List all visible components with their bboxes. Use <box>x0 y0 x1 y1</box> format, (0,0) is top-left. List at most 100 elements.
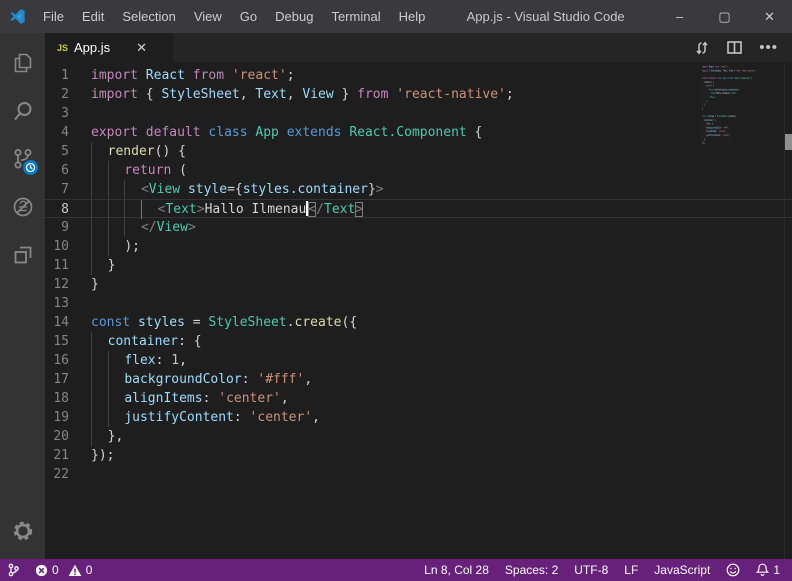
sync-changes-icon[interactable] <box>694 40 710 56</box>
notification-count: 1 <box>773 563 780 577</box>
indent-guide <box>91 237 108 256</box>
indent-guide <box>91 256 108 275</box>
problems-indicator[interactable]: 0 0 <box>27 559 100 581</box>
more-actions-icon[interactable]: ••• <box>759 39 778 56</box>
code-token: , <box>730 134 731 137</box>
code-token: , <box>287 87 303 102</box>
settings-gear-icon[interactable] <box>0 508 45 553</box>
code-token: = <box>185 315 208 330</box>
tab-close-icon[interactable]: ✕ <box>136 40 147 56</box>
tab-appjs[interactable]: JS App.js ✕ <box>45 33 173 62</box>
editor-actions: ••• <box>694 33 792 62</box>
language-mode[interactable]: JavaScript <box>646 559 718 581</box>
git-branch-icon[interactable] <box>0 559 27 581</box>
search-icon[interactable] <box>0 87 45 135</box>
indent-guide <box>91 427 108 446</box>
menu-edit[interactable]: Edit <box>73 0 113 33</box>
code-line: 9 </View> <box>45 218 792 237</box>
line-number: 19 <box>45 408 91 427</box>
code-token: 1 <box>171 353 179 368</box>
error-count: 0 <box>52 563 59 577</box>
code-token: style <box>188 182 227 197</box>
line-number: 5 <box>45 142 91 161</box>
eol-setting[interactable]: LF <box>616 559 646 581</box>
menu-view[interactable]: View <box>185 0 231 33</box>
line-number: 1 <box>45 66 91 85</box>
line-number: 21 <box>45 446 91 465</box>
code-line: 14const styles = StyleSheet.create({ <box>45 313 792 332</box>
extensions-icon[interactable] <box>0 231 45 279</box>
code-token: React.Component <box>349 125 466 140</box>
menu-debug[interactable]: Debug <box>266 0 322 33</box>
minimap[interactable]: import React from 'react';import { Style… <box>702 65 770 485</box>
code-token: { <box>138 87 161 102</box>
code-token: StyleSheet <box>208 315 286 330</box>
code-token: }); <box>91 448 114 463</box>
line-number: 3 <box>45 104 91 123</box>
source-control-icon[interactable] <box>0 135 45 183</box>
maximize-button[interactable]: ▢ <box>702 0 747 33</box>
close-button[interactable]: ✕ <box>747 0 792 33</box>
code-token: ; <box>287 68 295 83</box>
indent-guide <box>108 218 125 237</box>
menu-selection[interactable]: Selection <box>113 0 184 33</box>
line-number: 20 <box>45 427 91 446</box>
feedback-smiley-icon[interactable] <box>718 559 748 581</box>
code-token: alignItems <box>124 391 202 406</box>
overview-ruler[interactable] <box>784 62 792 559</box>
code-token: ; <box>506 87 514 102</box>
code-line: 5 render() { <box>45 142 792 161</box>
code-token: StyleSheet <box>717 115 727 118</box>
indent-guide <box>108 180 125 199</box>
code-token: { <box>750 77 752 80</box>
code-token: View <box>157 220 188 235</box>
code-token: } <box>368 182 376 197</box>
code-token: / <box>316 202 324 217</box>
code-token <box>185 68 193 83</box>
minimize-button[interactable]: – <box>657 0 702 33</box>
code-line <box>702 145 770 149</box>
code-token: }); <box>702 141 705 144</box>
code-token: from <box>357 87 388 102</box>
indent-guide <box>91 161 108 180</box>
line-number: 8 <box>45 200 91 217</box>
cursor-position[interactable]: Ln 8, Col 28 <box>416 559 497 581</box>
code-token: ={ <box>227 182 243 197</box>
explorer-icon[interactable] <box>0 39 45 87</box>
vscode-logo-icon <box>9 8 26 25</box>
indentation-setting[interactable]: Spaces: 2 <box>497 559 566 581</box>
code-token: } <box>108 258 116 273</box>
code-token <box>180 182 188 197</box>
menu-terminal[interactable]: Terminal <box>322 0 389 33</box>
encoding-setting[interactable]: UTF-8 <box>566 559 616 581</box>
menu-go[interactable]: Go <box>231 0 266 33</box>
code-line: 8 <Text>Hallo Ilmenau</Text> <box>45 199 792 218</box>
code-line: 18 alignItems: 'center', <box>45 389 792 408</box>
code-token <box>138 125 146 140</box>
notifications-bell[interactable]: 1 <box>748 559 792 581</box>
code-token: } <box>334 87 357 102</box>
code-line: 1import React from 'react'; <box>45 66 792 85</box>
split-editor-icon[interactable] <box>727 41 742 54</box>
code-token: justifyContent <box>124 410 234 425</box>
code-token: Hallo Ilmenau <box>205 202 307 217</box>
code-token: 'react' <box>232 68 287 83</box>
code-line: 4export default class App extends React.… <box>45 123 792 142</box>
code-token: backgroundColor <box>124 372 241 387</box>
code-token: 'center' <box>722 134 730 137</box>
code-token: , <box>281 391 289 406</box>
code-token: StyleSheet <box>711 69 721 72</box>
line-number: 2 <box>45 85 91 104</box>
code-line: 15 container: { <box>45 332 792 351</box>
indent-guide <box>108 408 125 427</box>
menu-help[interactable]: Help <box>390 0 435 33</box>
line-number: 22 <box>45 465 91 484</box>
debug-icon[interactable] <box>0 183 45 231</box>
indent-guide <box>141 200 158 219</box>
code-token: > <box>355 202 363 217</box>
indent-guide <box>124 200 141 219</box>
code-editor[interactable]: 1import React from 'react';2import { Sty… <box>45 62 792 559</box>
code-token: View <box>302 87 333 102</box>
ruler-cursor-marker <box>785 134 792 150</box>
menu-file[interactable]: File <box>34 0 73 33</box>
